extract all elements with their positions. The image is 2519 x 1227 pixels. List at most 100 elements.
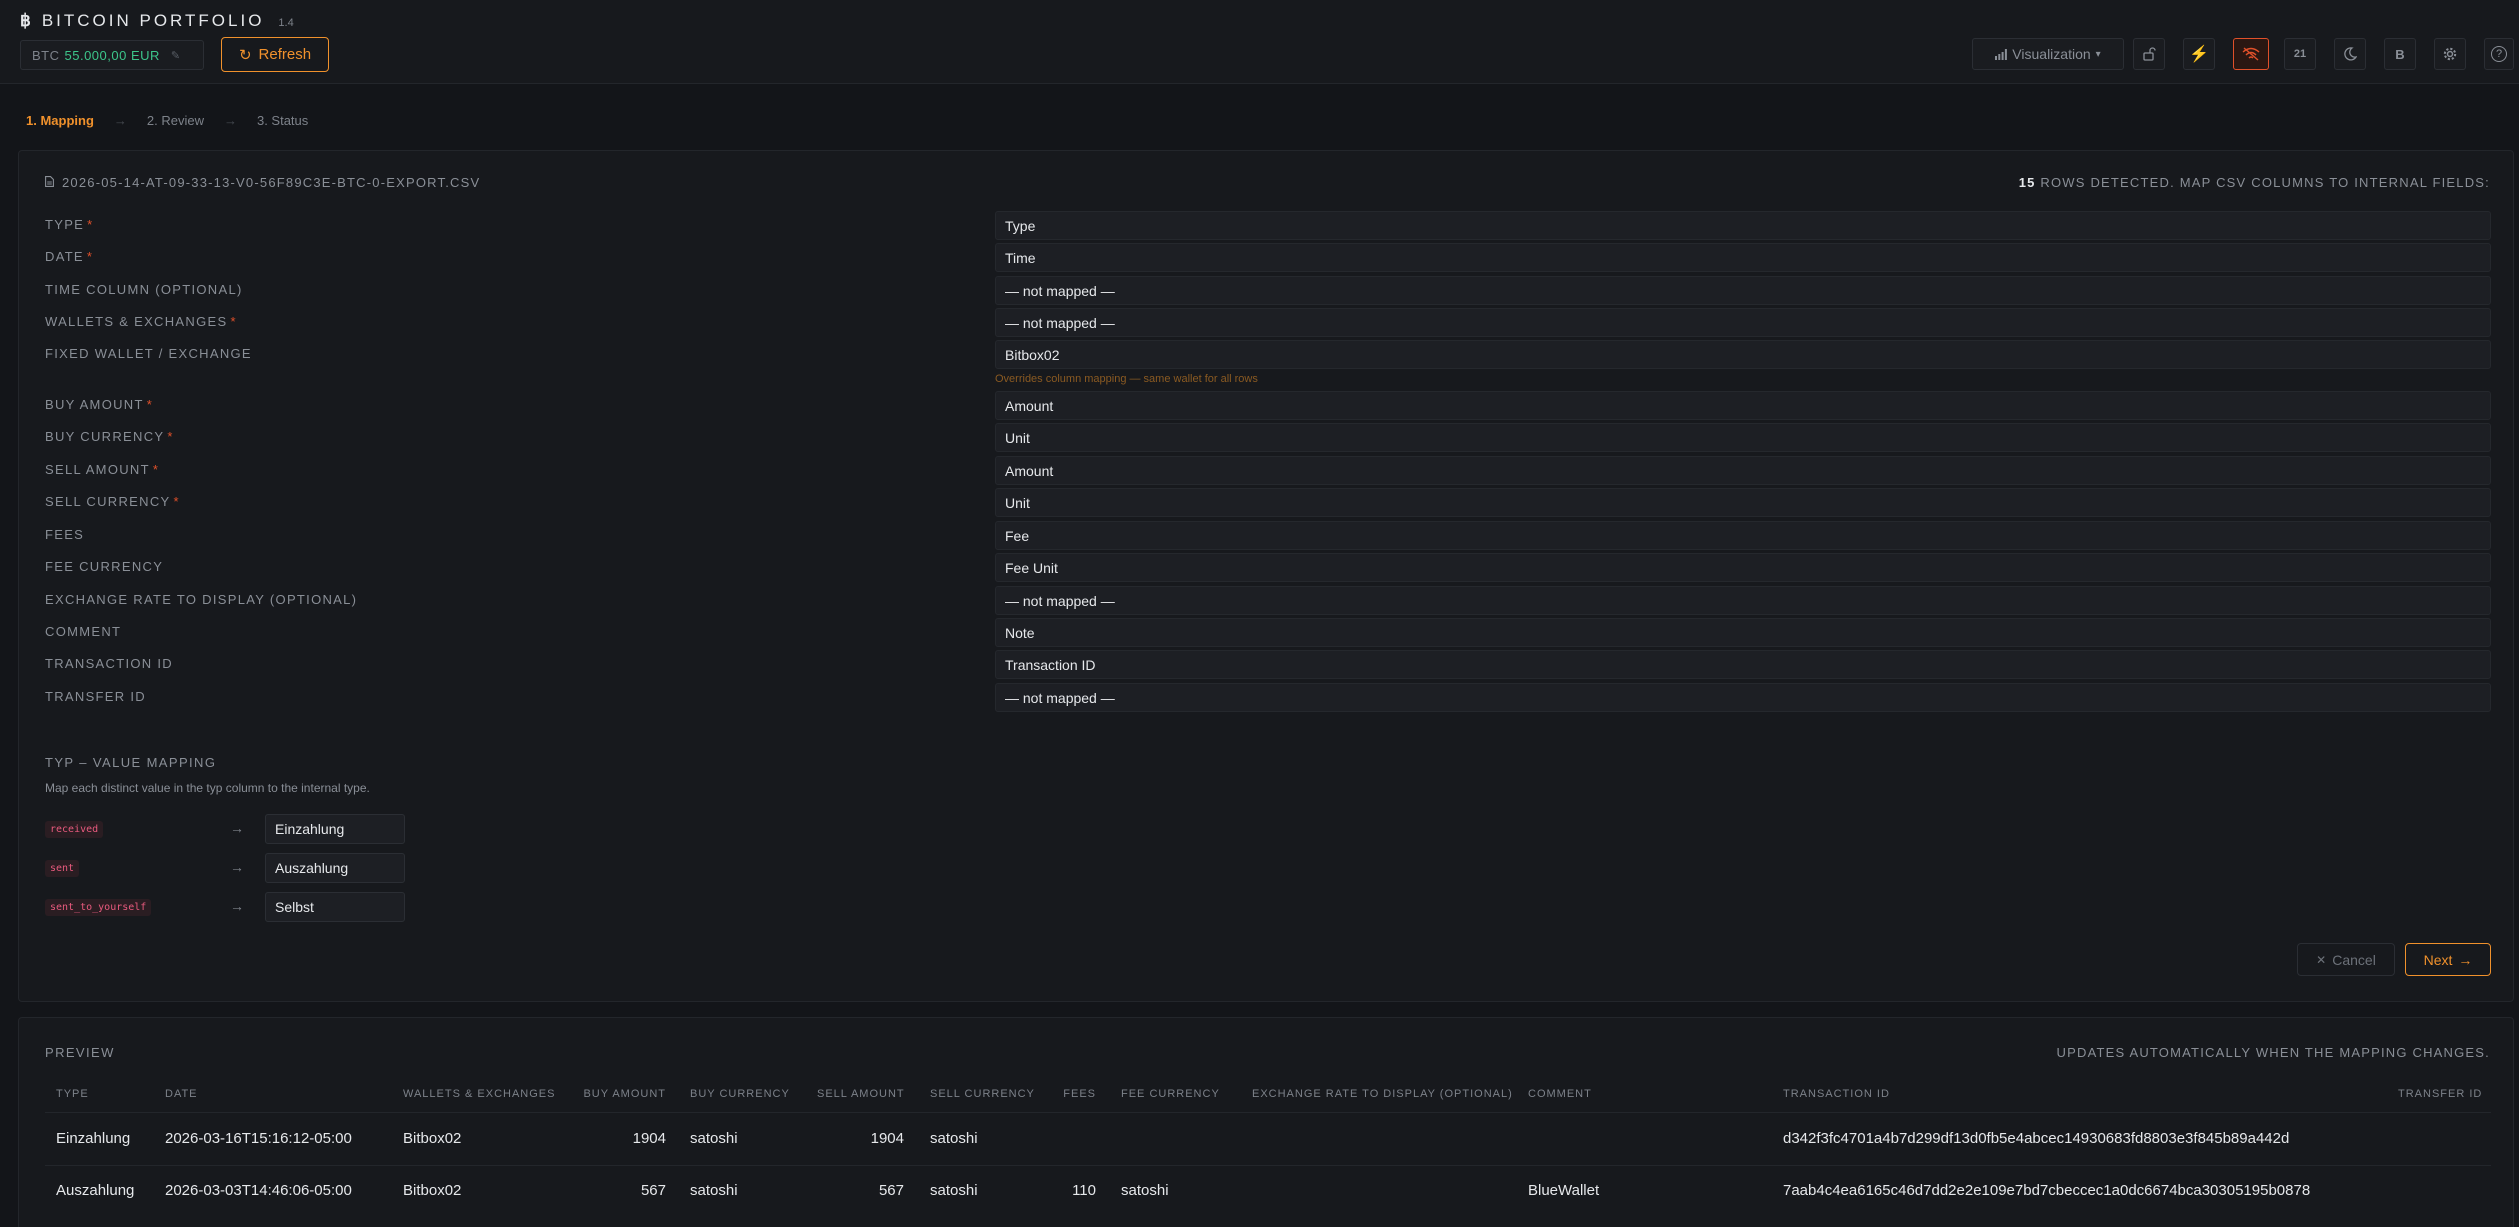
settings-button[interactable] [2434, 38, 2466, 70]
dark-mode-button[interactable] [2334, 38, 2366, 70]
field-label-sell-currency: SELL CURRENCY * [45, 494, 180, 509]
select-fees[interactable]: Fee [995, 521, 2491, 550]
cell-buy-currency: satoshi [690, 1130, 738, 1147]
required-mark: * [152, 462, 160, 477]
value-mapping-description: Map each distinct value in the typ colum… [45, 781, 370, 795]
cell-date: 2026-03-16T15:16:12-05:00 [165, 1130, 352, 1147]
select-wallets[interactable]: — not mapped — [995, 308, 2491, 337]
wifi-off-icon [2242, 47, 2260, 61]
column-header-transfer-id: TRANSFER ID [2398, 1088, 2483, 1100]
lightning-icon: ⚡ [2189, 46, 2209, 63]
select-sell-amount[interactable]: Amount [995, 456, 2491, 485]
select-fee-currency[interactable]: Fee Unit [995, 553, 2491, 582]
select-transfer-id[interactable]: — not mapped — [995, 683, 2491, 712]
next-button[interactable]: Next → [2405, 943, 2491, 976]
fixed-wallet-hint: Overrides column mapping — same wallet f… [995, 373, 1258, 385]
target-type-input[interactable]: Auszahlung [265, 853, 405, 883]
field-label-type: TYPE * [45, 217, 94, 232]
field-label-transfer-id: TRANSFER ID [45, 689, 146, 704]
price-label: BTC [32, 47, 60, 63]
cell-date: 2026-03-03T14:46:06-05:00 [165, 1182, 352, 1199]
price-value: 55.000,00 EUR [64, 47, 160, 63]
table-row-divider [45, 1165, 2491, 1166]
cell-wallet: Bitbox02 [403, 1130, 462, 1147]
value-mapping-row: sent → Auszahlung [45, 853, 405, 883]
b-label: B [2395, 46, 2405, 62]
field-label-date: DATE * [45, 249, 94, 264]
select-buy-amount[interactable]: Amount [995, 391, 2491, 420]
arrow-right-icon: → [230, 820, 244, 836]
file-icon [45, 175, 54, 190]
field-label-fees: FEES [45, 527, 85, 542]
field-label-comment: COMMENT [45, 624, 122, 639]
chevron-down-icon: ▾ [2095, 48, 2101, 60]
refresh-button[interactable]: ↻ Refresh [221, 37, 329, 72]
select-type[interactable]: Type [995, 211, 2491, 240]
field-label-buy-amount: BUY AMOUNT * [45, 397, 154, 412]
source-value-chip: sent [45, 860, 80, 877]
field-label-transaction-id: TRANSACTION ID [45, 656, 173, 671]
pencil-icon[interactable]: ✎ [171, 49, 181, 62]
btc-price-field[interactable]: BTC 55.000,00 EUR ✎ [20, 40, 204, 70]
cell-fee-currency: satoshi [1121, 1182, 1169, 1199]
select-buy-currency[interactable]: Unit [995, 423, 2491, 452]
cancel-button[interactable]: ✕ Cancel [2297, 943, 2395, 976]
file-name-text: 2026-05-14-AT-09-33-13-V0-56F89C3E-BTC-0… [62, 175, 481, 190]
next-label: Next [2423, 951, 2453, 968]
visualization-dropdown[interactable]: Visualization ▾ [1972, 38, 2124, 70]
source-value-chip: received [45, 821, 104, 838]
cell-fees: 110 [1072, 1182, 1096, 1199]
table-divider [45, 1112, 2491, 1113]
lightning-button[interactable]: ⚡ [2183, 38, 2215, 70]
cell-transaction-id: 7aab4c4ea6165c46d7dd2e2e109e7bd7cbeccec1… [1783, 1182, 2311, 1199]
target-type-input[interactable]: Selbst [265, 892, 405, 922]
arrow-right-icon: → [230, 859, 244, 875]
field-label-wallets: WALLETS & EXCHANGES * [45, 314, 237, 329]
unlock-button[interactable] [2133, 38, 2165, 70]
block-height-label: 21 [2293, 48, 2307, 60]
unlock-icon [2142, 47, 2156, 61]
app-title-text: BITCOIN PORTFOLIO [41, 11, 265, 30]
step-arrow: → [113, 113, 127, 128]
visualization-label: Visualization [2012, 46, 2091, 62]
wifi-off-button[interactable] [2233, 38, 2269, 70]
cell-comment: BlueWallet [1528, 1182, 1600, 1199]
field-label-fixed-wallet: FIXED WALLET / EXCHANGE [45, 346, 252, 361]
column-header-transaction-id: TRANSACTION ID [1783, 1088, 1890, 1100]
cell-type: Auszahlung [56, 1182, 135, 1199]
step-review[interactable]: 2. Review [147, 113, 204, 128]
cell-type: Einzahlung [56, 1130, 131, 1147]
arrow-right-icon: → [230, 898, 244, 914]
step-mapping[interactable]: 1. Mapping [26, 113, 94, 128]
select-sell-currency[interactable]: Unit [995, 488, 2491, 517]
select-time-column[interactable]: — not mapped — [995, 276, 2491, 305]
source-value-chip: sent_to_yourself [45, 899, 152, 916]
select-transaction-id[interactable]: Transaction ID [995, 650, 2491, 679]
required-mark: * [87, 217, 94, 232]
select-exchange-rate[interactable]: — not mapped — [995, 586, 2491, 615]
help-button[interactable]: ? [2484, 38, 2514, 70]
preview-title: PREVIEW [45, 1045, 115, 1060]
block-height-button[interactable]: 21 [2284, 38, 2316, 70]
select-fixed-wallet[interactable]: Bitbox02 [995, 340, 2491, 369]
cell-buy-currency: satoshi [690, 1182, 738, 1199]
cell-sell-currency: satoshi [930, 1130, 978, 1147]
preview-note: UPDATES AUTOMATICALLY WHEN THE MAPPING C… [2056, 1045, 2490, 1060]
column-header-fee-currency: FEE CURRENCY [1121, 1088, 1220, 1100]
bitcoin-icon: ฿ [20, 11, 34, 30]
field-label-time-column: TIME COLUMN (OPTIONAL) [45, 282, 243, 297]
required-mark: * [173, 494, 180, 509]
field-label-fee-currency: FEE CURRENCY [45, 559, 164, 574]
required-mark: * [167, 429, 174, 444]
top-bar: ฿ BITCOIN PORTFOLIO 1.4 BTC 55.000,00 EU… [0, 0, 2519, 84]
select-comment[interactable]: Note [995, 618, 2491, 647]
select-date[interactable]: Time [995, 243, 2491, 272]
mapping-card: 2026-05-14-AT-09-33-13-V0-56F89C3E-BTC-0… [18, 150, 2514, 1002]
cell-transaction-id: d342f3fc4701a4b7d299df13d0fb5e4abcec1493… [1783, 1130, 2290, 1147]
rows-count: 15 [2018, 175, 2036, 190]
target-type-input[interactable]: Einzahlung [265, 814, 405, 844]
b-button[interactable]: B [2384, 38, 2416, 70]
column-header-buy-currency: BUY CURRENCY [690, 1088, 790, 1100]
preview-card: PREVIEW UPDATES AUTOMATICALLY WHEN THE M… [18, 1017, 2514, 1227]
step-status[interactable]: 3. Status [257, 113, 308, 128]
